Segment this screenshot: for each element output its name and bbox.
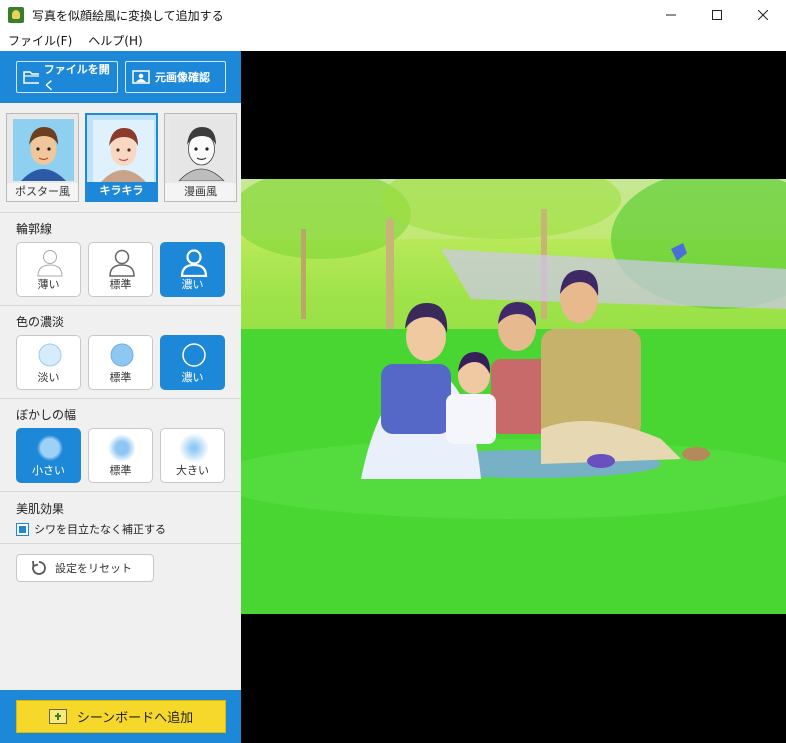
window-title: 写真を似顔絵風に変換して追加する [32, 7, 224, 24]
view-original-button[interactable]: 元画像確認 [125, 61, 226, 93]
color-depth-title: 色の濃淡 [16, 313, 241, 329]
color-standard-label: 標準 [89, 369, 152, 385]
reset-settings-label: 設定をリセット [55, 560, 132, 576]
color-light-button[interactable]: 淡い [16, 335, 81, 390]
view-original-label: 元画像確認 [155, 69, 210, 85]
minimize-button[interactable] [648, 0, 694, 30]
blur-standard-label: 標準 [89, 462, 152, 478]
color-dark-button[interactable]: 濃い [160, 335, 225, 390]
outline-standard-label: 標準 [89, 276, 152, 292]
blur-large-icon [179, 433, 209, 463]
style-manga-label: 漫画風 [165, 183, 236, 201]
outline-section: 輪郭線 薄い 標準 濃い [0, 213, 241, 306]
style-kirakira-label: キラキラ [87, 182, 156, 200]
circle-light-icon [35, 340, 65, 370]
outline-thick-label: 濃い [161, 276, 224, 292]
outline-thin-button[interactable]: 薄い [16, 242, 81, 297]
menu-help[interactable]: ヘルプ(H) [80, 32, 150, 49]
skin-title: 美肌効果 [16, 500, 241, 516]
menu-file[interactable]: ファイル(F) [0, 32, 80, 49]
blur-small-label: 小さい [17, 462, 80, 478]
add-to-sceneboard-label: シーンボードへ追加 [77, 707, 193, 726]
circle-dark-icon [179, 340, 209, 370]
wrinkle-checkbox-label[interactable]: シワを目立たなく補正する [34, 521, 166, 537]
open-file-label: ファイルを開く [44, 61, 111, 93]
person-thin-icon [35, 247, 65, 277]
panel-footer: シーンボードへ追加 [0, 690, 241, 743]
style-poster-label: ポスター風 [7, 183, 78, 201]
app-icon [8, 7, 24, 23]
outline-title: 輪郭線 [16, 220, 241, 236]
person-thick-icon [179, 247, 209, 277]
settings-panel: ファイルを開く 元画像確認 ポスター風 [0, 51, 241, 743]
add-to-sceneboard-button[interactable]: シーンボードへ追加 [16, 700, 226, 733]
close-button[interactable] [740, 0, 786, 30]
blur-small-button[interactable]: 小さい [16, 428, 81, 483]
title-bar: 写真を似顔絵風に変換して追加する [0, 0, 786, 30]
color-dark-label: 濃い [161, 369, 224, 385]
minimize-icon [666, 10, 676, 20]
person-standard-icon [107, 247, 137, 277]
preview-area [241, 51, 786, 743]
blur-small-icon [35, 433, 65, 463]
color-depth-section: 色の濃淡 淡い 標準 濃い [0, 306, 241, 399]
blur-large-label: 大きい [161, 462, 224, 478]
blur-standard-button[interactable]: 標準 [88, 428, 153, 483]
circle-standard-icon [107, 340, 137, 370]
outline-thick-button[interactable]: 濃い [160, 242, 225, 297]
add-frame-icon [49, 709, 67, 724]
outline-standard-button[interactable]: 標準 [88, 242, 153, 297]
poster-face-icon [13, 119, 74, 181]
blur-standard-icon [107, 433, 137, 463]
kirakira-face-icon [93, 120, 154, 182]
folder-icon [23, 70, 39, 84]
manga-face-icon [171, 119, 232, 181]
blur-title: ぼかしの幅 [16, 406, 241, 422]
reset-icon [31, 560, 47, 576]
image-icon [132, 70, 150, 84]
skin-section: 美肌効果 シワを目立たなく補正する [0, 492, 241, 544]
style-manga[interactable]: 漫画風 [164, 113, 237, 202]
blur-section: ぼかしの幅 小さい 標準 大きい [0, 399, 241, 492]
close-icon [758, 10, 768, 20]
reset-settings-button[interactable]: 設定をリセット [16, 554, 154, 582]
color-light-label: 淡い [17, 369, 80, 385]
style-presets: ポスター風 キラキラ [0, 103, 241, 213]
style-poster[interactable]: ポスター風 [6, 113, 79, 202]
maximize-button[interactable] [694, 0, 740, 30]
menu-bar: ファイル(F) ヘルプ(H) [0, 30, 786, 51]
style-kirakira[interactable]: キラキラ [85, 113, 158, 202]
outline-thin-label: 薄い [17, 276, 80, 292]
wrinkle-checkbox[interactable] [16, 523, 29, 536]
blur-large-button[interactable]: 大きい [160, 428, 225, 483]
converted-photo [241, 179, 786, 614]
color-standard-button[interactable]: 標準 [88, 335, 153, 390]
panel-toolbar: ファイルを開く 元画像確認 [0, 51, 241, 103]
open-file-button[interactable]: ファイルを開く [16, 61, 118, 93]
maximize-icon [712, 10, 722, 20]
